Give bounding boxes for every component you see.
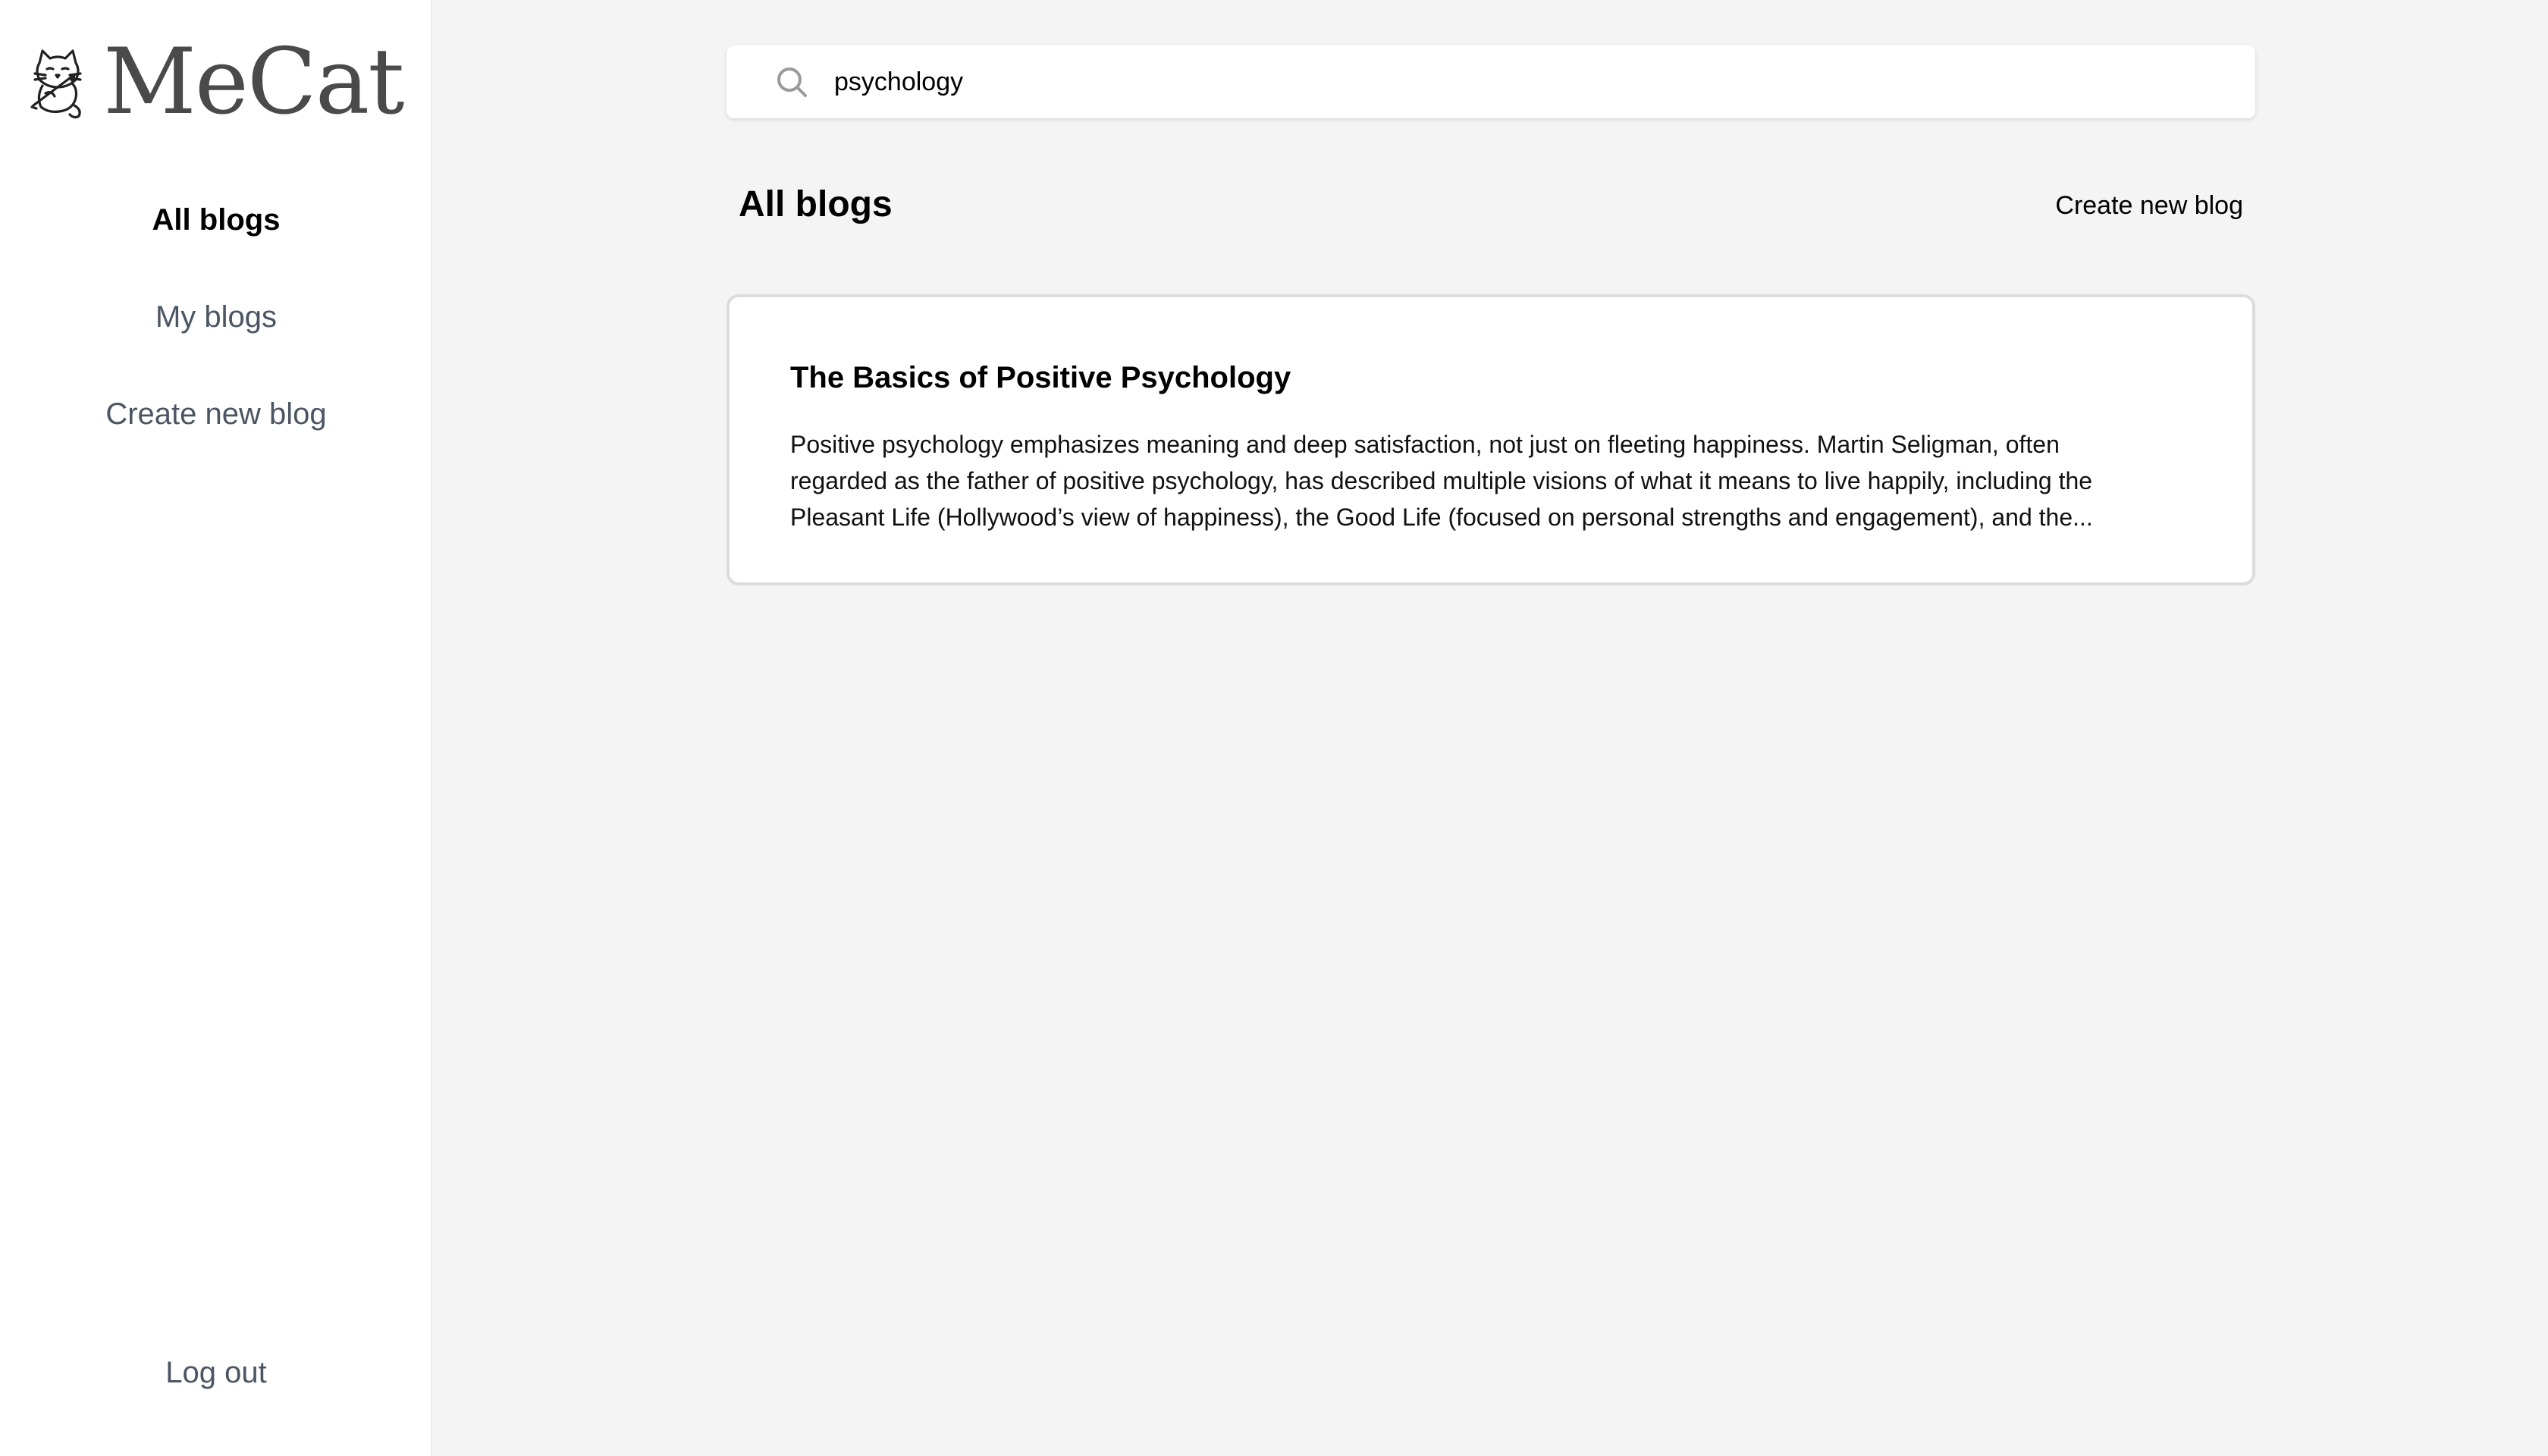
sidebar: MeCat All blogs My blogs Create new blog…	[0, 0, 432, 1456]
sidebar-item-all-blogs[interactable]: All blogs	[0, 203, 432, 237]
logout-button[interactable]: Log out	[0, 1356, 432, 1390]
blog-title: The Basics of Positive Psychology	[790, 361, 1291, 394]
create-new-blog-button[interactable]: Create new blog	[2055, 191, 2243, 221]
cat-writing-logo-icon	[30, 49, 82, 119]
sidebar-item-my-blogs[interactable]: My blogs	[0, 300, 432, 334]
sidebar-item-create-new-blog[interactable]: Create new blog	[0, 397, 432, 431]
search-input[interactable]	[834, 46, 2230, 118]
blog-card[interactable]: The Basics of Positive Psychology Positi…	[726, 294, 2255, 585]
brand[interactable]: MeCat	[24, 30, 404, 135]
page-title: All blogs	[739, 184, 893, 224]
brand-name: MeCat	[103, 30, 404, 135]
search-icon	[777, 67, 807, 97]
blog-excerpt: Positive psychology emphasizes meaning a…	[790, 431, 2093, 531]
search-bar[interactable]	[726, 46, 2255, 118]
